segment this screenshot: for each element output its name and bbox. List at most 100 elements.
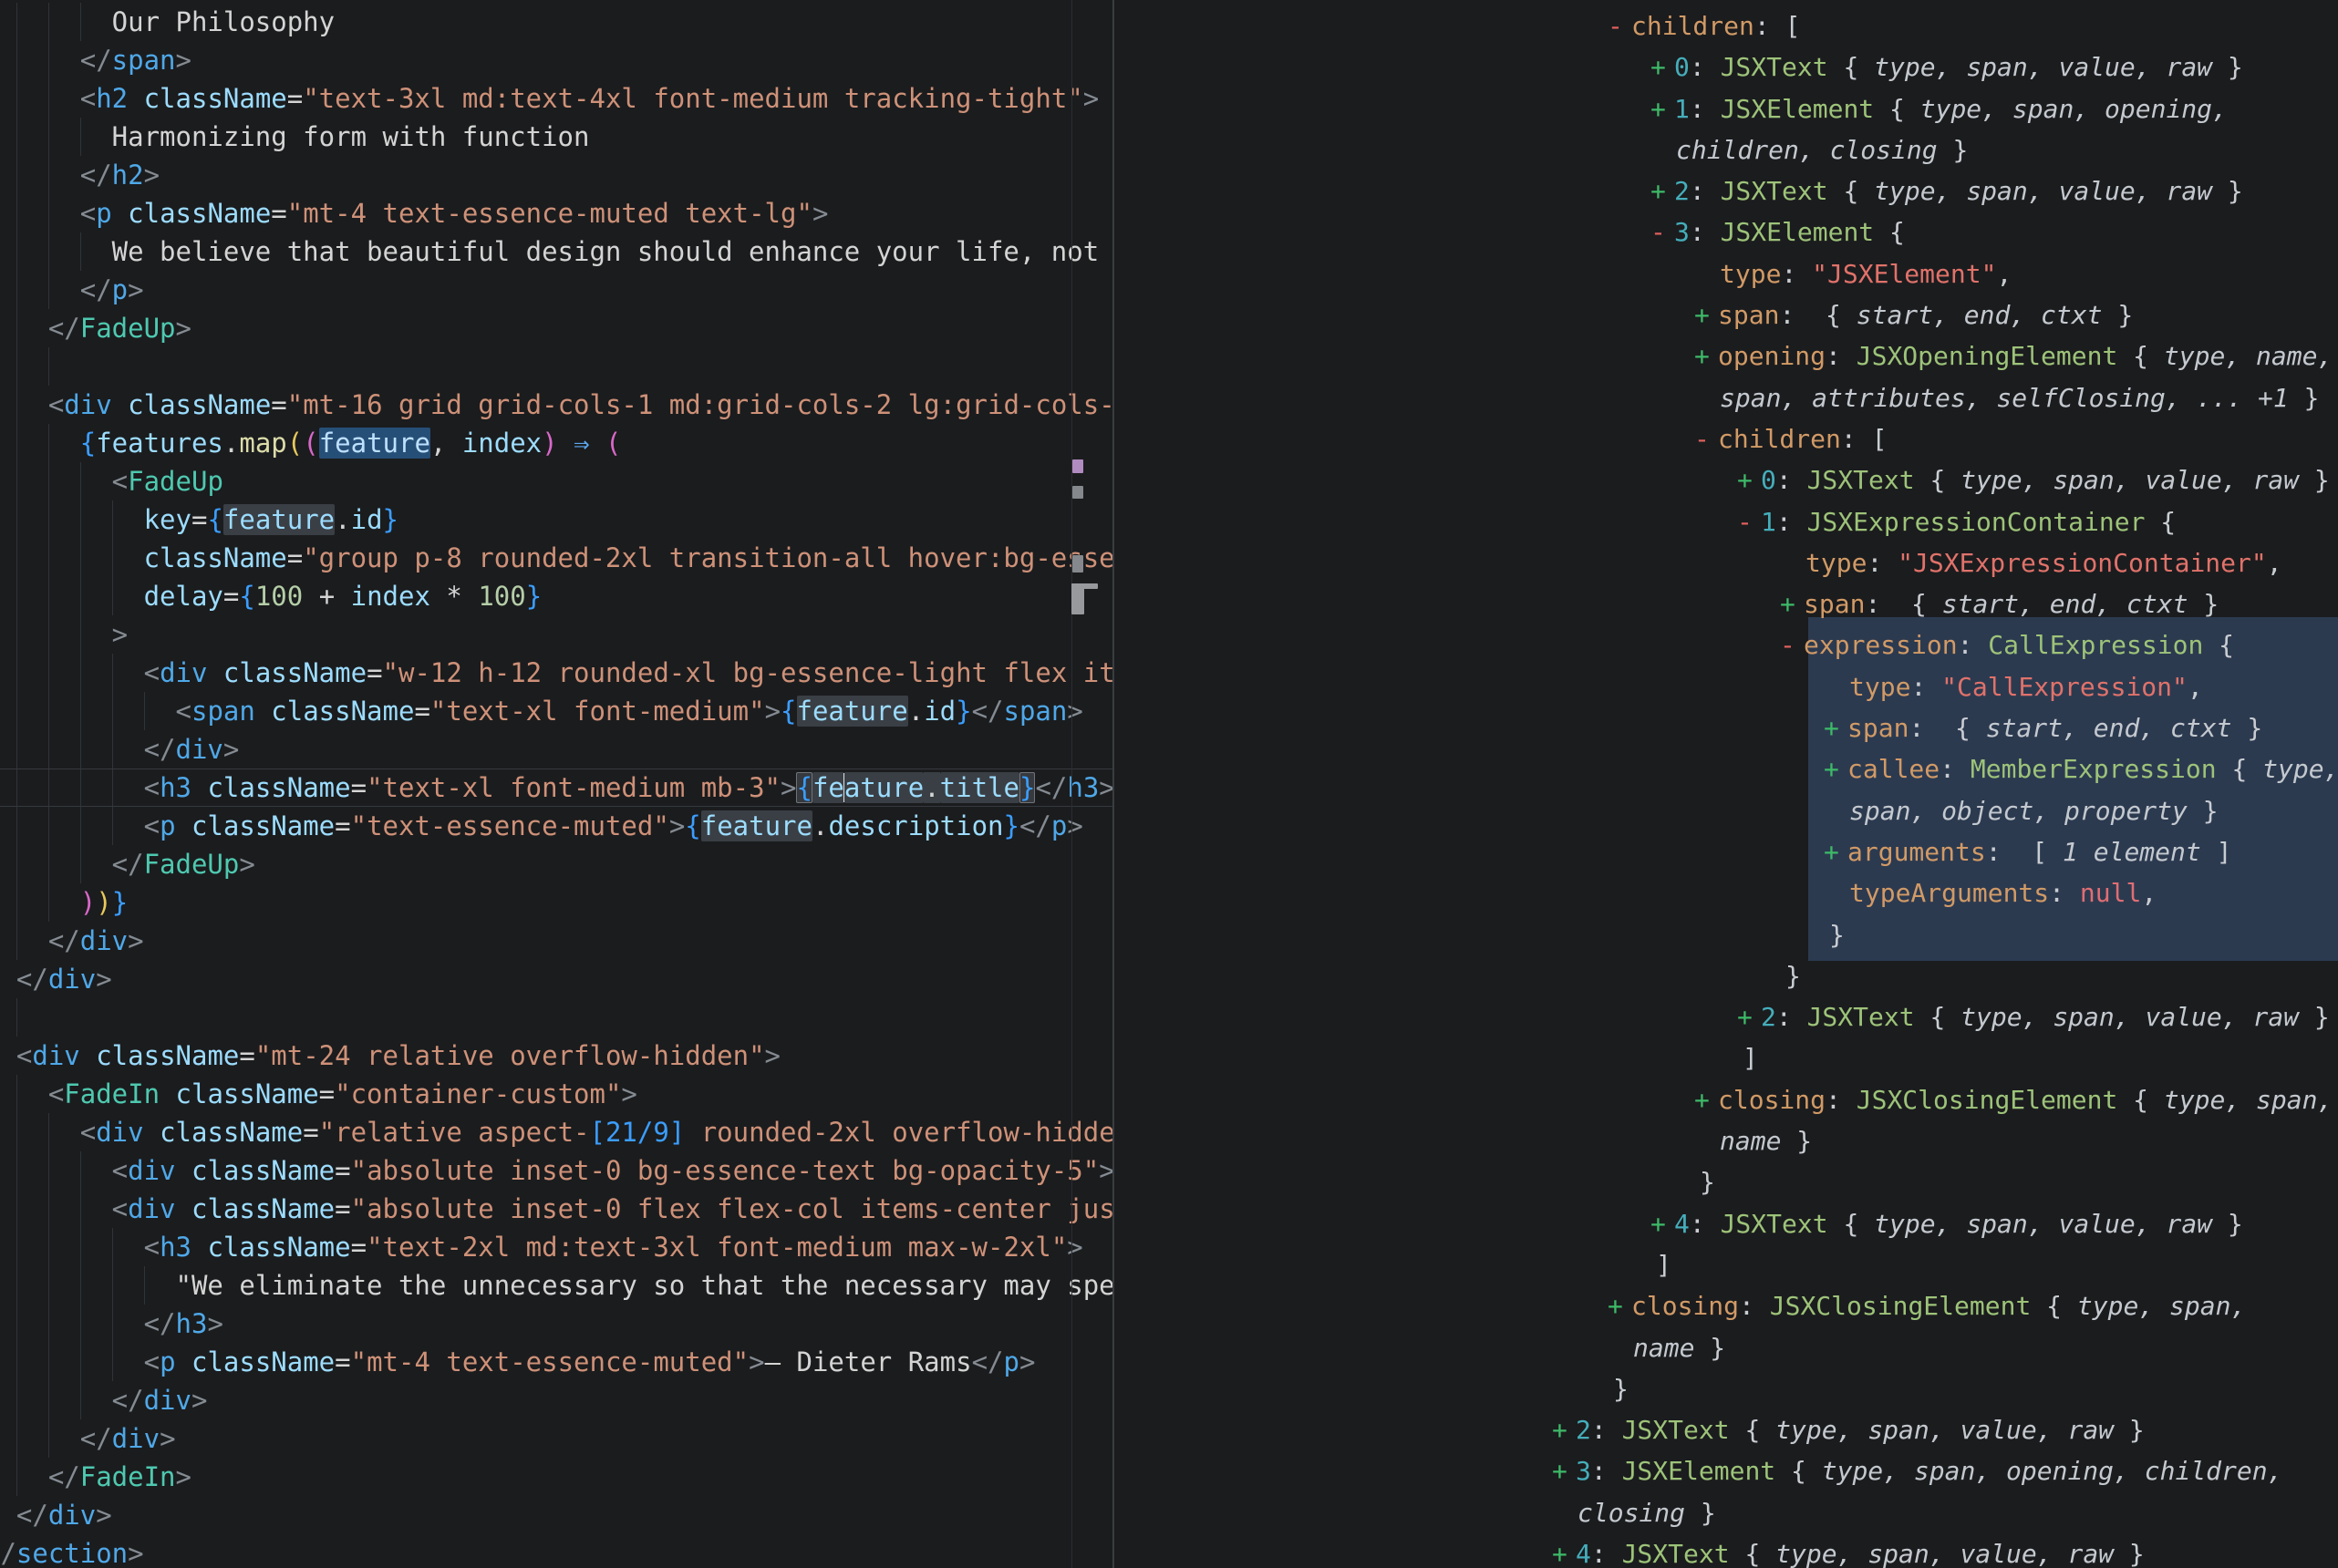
collapse-icon[interactable]: -	[1737, 501, 1761, 542]
code-line[interactable]: </section>	[0, 1534, 1112, 1568]
tree-row[interactable]: type: "CallExpression",	[1114, 666, 2338, 707]
tree-row[interactable]: -children: [	[1114, 5, 2338, 46]
tree-row[interactable]: +2: JSXText { type, span, value, raw }	[1114, 996, 2338, 1037]
code-line[interactable]: </span>	[0, 41, 1112, 79]
expand-icon[interactable]: +	[1552, 1533, 1576, 1568]
code-line[interactable]: </FadeUp>	[0, 309, 1112, 347]
code-line[interactable]: <div className="absolute inset-0 flex fl…	[0, 1190, 1112, 1228]
tree-row[interactable]: +4: JSXText { type, span, value, raw }	[1114, 1533, 2338, 1568]
tree-row[interactable]: +3: JSXElement { type, span, opening, ch…	[1114, 1450, 2338, 1491]
tree-row[interactable]: type: "JSXElement",	[1114, 253, 2338, 294]
tree-brace-row: }	[1114, 1161, 2338, 1202]
code-token: >	[765, 696, 781, 727]
expand-icon[interactable]: +	[1824, 707, 1847, 748]
tree-row[interactable]: +closing: JSXClosingElement { type, span…	[1114, 1079, 2338, 1120]
tree-row[interactable]: +0: JSXText { type, span, value, raw }	[1114, 459, 2338, 500]
code-line[interactable]: Harmonizing form with function	[0, 118, 1112, 156]
expand-icon[interactable]: +	[1780, 583, 1804, 624]
tree-row[interactable]: -3: JSXElement {	[1114, 211, 2338, 253]
expand-icon[interactable]: +	[1824, 748, 1847, 789]
code-line[interactable]: <div className="relative aspect-[21/9] r…	[0, 1113, 1112, 1151]
code-line[interactable]: </div>	[0, 1496, 1112, 1534]
collapse-icon[interactable]: -	[1650, 211, 1674, 253]
code-line[interactable]: <p className="mt-4 text-essence-muted te…	[0, 194, 1112, 232]
collapse-icon[interactable]: -	[1780, 624, 1804, 665]
code-line[interactable]: We believe that beautiful design should …	[0, 232, 1112, 271]
code-line[interactable]: </p>	[0, 271, 1112, 309]
expand-icon[interactable]: +	[1824, 831, 1847, 872]
code-line[interactable]: </div>	[0, 730, 1112, 769]
tree-row[interactable]: -children: [	[1114, 418, 2338, 459]
tree-row[interactable]: +opening: JSXOpeningElement { type, name…	[1114, 335, 2338, 377]
code-line[interactable]: <div className="w-12 h-12 rounded-xl bg-…	[0, 654, 1112, 692]
tree-row[interactable]: +callee: MemberExpression { type,	[1114, 748, 2338, 789]
expand-icon[interactable]: +	[1694, 294, 1718, 335]
expand-icon[interactable]: +	[1737, 459, 1761, 500]
code-line[interactable]: </h2>	[0, 156, 1112, 194]
tree-row[interactable]: +span: { start, end, ctxt }	[1114, 583, 2338, 624]
code-line[interactable]: <p className="mt-4 text-essence-muted">–…	[0, 1343, 1112, 1381]
code-line[interactable]: </div>	[0, 1419, 1112, 1458]
code-line[interactable]: </div>	[0, 922, 1112, 960]
code-token: </	[48, 925, 80, 956]
expand-icon[interactable]: +	[1608, 1285, 1631, 1326]
code-token: >	[223, 734, 239, 765]
expand-icon[interactable]: +	[1650, 1203, 1674, 1244]
tree-row[interactable]: type: "JSXExpressionContainer",	[1114, 542, 2338, 583]
code-line[interactable]: "We eliminate the unnecessary so that th…	[0, 1266, 1112, 1305]
tree-row[interactable]: +0: JSXText { type, span, value, raw }	[1114, 46, 2338, 88]
code-line[interactable]: <h2 className="text-3xl md:text-4xl font…	[0, 79, 1112, 118]
tree-row[interactable]: +2: JSXText { type, span, value, raw }	[1114, 1409, 2338, 1450]
tree-row[interactable]: -expression: CallExpression {	[1114, 624, 2338, 665]
code-line[interactable]: ))}	[0, 883, 1112, 922]
tree-row[interactable]: +1: JSXElement { type, span, opening,	[1114, 88, 2338, 129]
ast-tree-pane[interactable]: -children: [+0: JSXText { type, span, va…	[1114, 0, 2338, 1568]
code-line[interactable]	[0, 998, 1112, 1037]
tree-row[interactable]: +span: { start, end, ctxt }	[1114, 707, 2338, 748]
code-line-current[interactable]: <h3 className="text-xl font-medium mb-3"…	[0, 769, 1112, 807]
expand-icon[interactable]: +	[1650, 46, 1674, 88]
tree-row[interactable]: +arguments: [ 1 element ]	[1114, 831, 2338, 872]
code-line[interactable]: <div className="mt-24 relative overflow-…	[0, 1037, 1112, 1075]
code-line[interactable]: <FadeIn className="container-custom">	[0, 1075, 1112, 1113]
expand-icon[interactable]: +	[1650, 170, 1674, 211]
expand-icon[interactable]: +	[1694, 1079, 1718, 1120]
tree-key: children	[1631, 11, 1754, 41]
expand-icon[interactable]: +	[1650, 88, 1674, 129]
code-line[interactable]: Our Philosophy	[0, 3, 1112, 41]
code-line[interactable]: </FadeUp>	[0, 845, 1112, 883]
code-line[interactable]: >	[0, 615, 1112, 654]
code-line[interactable]: </div>	[0, 1381, 1112, 1419]
code-line[interactable]: </FadeIn>	[0, 1458, 1112, 1496]
code-line[interactable]: <span className="text-xl font-medium">{f…	[0, 692, 1112, 730]
expand-icon[interactable]: +	[1552, 1409, 1576, 1450]
code-line[interactable]: <FadeUp	[0, 462, 1112, 500]
tree-row[interactable]: +2: JSXText { type, span, value, raw }	[1114, 170, 2338, 211]
code-line[interactable]: {features.map((feature, index) ⇒ (	[0, 424, 1112, 462]
code-line[interactable]: className="group p-8 rounded-2xl transit…	[0, 539, 1112, 577]
indent-guide	[16, 1190, 17, 1228]
tree-row[interactable]: -1: JSXExpressionContainer {	[1114, 501, 2338, 542]
expand-icon[interactable]: +	[1737, 996, 1761, 1037]
code-line[interactable]: delay={100 + index * 100}	[0, 577, 1112, 615]
tree-row[interactable]: +span: { start, end, ctxt }	[1114, 294, 2338, 335]
code-line[interactable]	[0, 347, 1112, 386]
code-line[interactable]: </h3>	[0, 1305, 1112, 1343]
expand-icon[interactable]: +	[1694, 335, 1718, 377]
tree-row[interactable]: typeArguments: null,	[1114, 872, 2338, 913]
indent-guide	[112, 730, 113, 769]
code-line[interactable]: <h3 className="text-2xl md:text-3xl font…	[0, 1228, 1112, 1266]
collapse-icon[interactable]: -	[1608, 5, 1631, 46]
ast-preview-text: start, end, ctxt	[1971, 713, 2247, 743]
tree-punct: :	[1826, 341, 1857, 371]
expand-icon[interactable]: +	[1552, 1450, 1576, 1491]
code-line[interactable]: <div className="absolute inset-0 bg-esse…	[0, 1151, 1112, 1190]
tree-row[interactable]: +closing: JSXClosingElement { type, span…	[1114, 1285, 2338, 1326]
code-line[interactable]: key={feature.id}	[0, 500, 1112, 539]
code-line[interactable]: </div>	[0, 960, 1112, 998]
code-editor-pane[interactable]: Our Philosophy</span><h2 className="text…	[0, 0, 1112, 1568]
code-line[interactable]: <p className="text-essence-muted">{featu…	[0, 807, 1112, 845]
collapse-icon[interactable]: -	[1694, 418, 1718, 459]
code-line[interactable]: <div className="mt-16 grid grid-cols-1 m…	[0, 386, 1112, 424]
tree-row[interactable]: +4: JSXText { type, span, value, raw }	[1114, 1203, 2338, 1244]
